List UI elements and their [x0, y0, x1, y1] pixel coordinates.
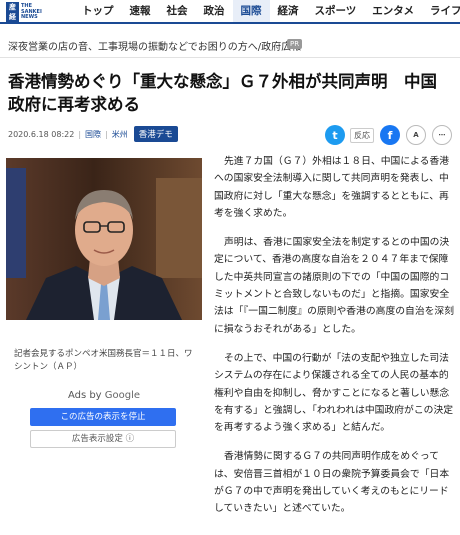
twitter-icon[interactable]: t [325, 125, 345, 145]
google-text: Google [104, 390, 141, 401]
logo-brand-text: THE SANKEI NEWS [21, 3, 42, 20]
meta-separator: | [78, 129, 82, 139]
article-photo[interactable] [6, 158, 202, 320]
stop-ad-button[interactable]: この広告の表示を停止 [30, 408, 176, 426]
ads-by-google-label: Ads by Google [20, 388, 188, 404]
article-body: 先進７カ国（Ｇ７）外相は１８日、中国による香港への国家安全法制導入に関して共同声… [214, 153, 456, 530]
nav-item[interactable]: スポーツ [307, 0, 365, 22]
article-date: 2020.6.18 08:22 [8, 129, 75, 139]
nav-item[interactable]: 速報 [122, 0, 159, 22]
section-link-international[interactable]: 国際 [85, 129, 101, 140]
nav-item[interactable]: トップ [74, 0, 122, 22]
nav-item[interactable]: 社会 [159, 0, 196, 22]
nav-item[interactable]: 国際 [232, 0, 270, 22]
section-link-americas[interactable]: 米州 [112, 129, 128, 140]
pr-bar: 深夜営業の店の音、工事現場の振動などでお困りの方へ/政府広報 PR [0, 30, 460, 58]
social-share: t 反応 f A ⋯ [319, 125, 452, 145]
facebook-icon[interactable]: f [380, 125, 400, 145]
pr-link[interactable]: 深夜営業の店の音、工事現場の振動などでお困りの方へ/政府広報 [8, 38, 301, 53]
nav-item[interactable]: エンタメ [364, 0, 422, 22]
share-icon[interactable]: ⋯ [432, 125, 452, 145]
ad-settings-button[interactable]: 広告表示設定 ⓘ [30, 430, 176, 448]
reaction-button[interactable]: 反応 [350, 127, 374, 143]
nav-items: トップ 速報 社会 政治 国際 経済 スポーツ エンタメ ライフ [74, 0, 460, 22]
font-size-icon[interactable]: A [406, 125, 426, 145]
ad-box: Ads by Google この広告の表示を停止 広告表示設定 ⓘ [20, 388, 188, 454]
pr-badge: PR [287, 39, 303, 49]
photo-caption: 記者会見するポンペオ米国務長官＝１１日、ワシントン（ＡＰ） [14, 349, 193, 372]
nav-item[interactable]: 経済 [270, 0, 307, 22]
pompeo-photo-illustration [6, 158, 202, 320]
article-headline: 香港情勢めぐり「重大な懸念」Ｇ７外相が共同声明 中国政府に再考求める [8, 72, 437, 114]
nav-item[interactable]: 政治 [196, 0, 233, 22]
article-paragraph: 先進７カ国（Ｇ７）外相は１８日、中国による香港への国家安全法制導入に関して共同声… [214, 156, 450, 219]
meta-separator: | [105, 129, 108, 139]
logo-mark: 産経 [6, 2, 19, 22]
ads-by-text: Ads by [67, 390, 102, 401]
article-meta: 2020.6.18 08:22 | 国際 | 米州 香港デモ [8, 126, 178, 142]
article-paragraph: 香港情勢に関するＧ７の共同声明作成をめぐっては、安倍晋三首相が１０日の衆院予算委… [214, 451, 450, 515]
nav-item[interactable]: ライフ [422, 0, 460, 22]
article-paragraph: その上で、中国の行動が「法の支配や独立した司法システムの存在により保護される全て… [214, 352, 454, 434]
topic-tag[interactable]: 香港デモ [133, 126, 178, 142]
top-nav: 産経 THE SANKEI NEWS トップ 速報 社会 政治 国際 経済 スポーツ エンタメ… [0, 0, 460, 24]
sankei-logo[interactable]: 産経 THE SANKEI NEWS [6, 2, 42, 22]
article-paragraph: 声明は、香港に国家安全法を制定するとの中国の決定について、香港の高度な自治を２０… [214, 237, 455, 335]
